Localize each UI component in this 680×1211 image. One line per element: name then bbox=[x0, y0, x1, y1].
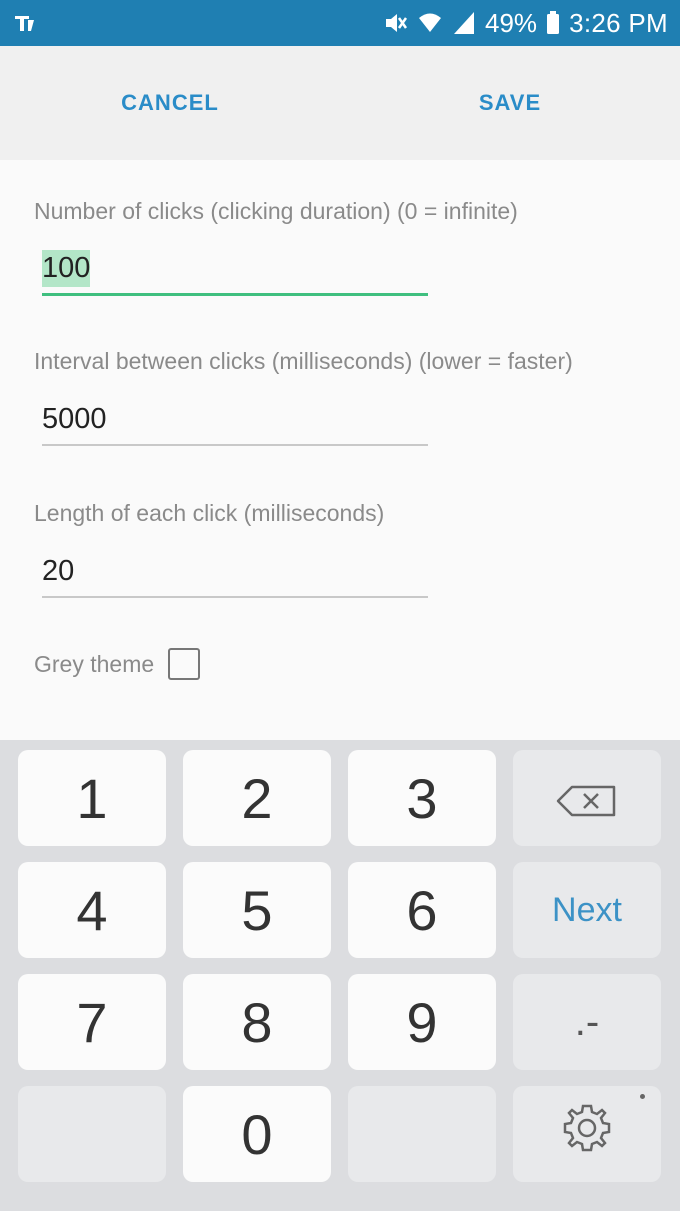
interval-label: Interval between clicks (milliseconds) (… bbox=[34, 348, 573, 374]
clicks-count-value: 100 bbox=[42, 250, 91, 287]
key-5[interactable]: 5 bbox=[183, 862, 331, 958]
status-bar: 49% 3:26 PM bbox=[0, 0, 680, 46]
blank-key-left[interactable] bbox=[18, 1086, 166, 1182]
signal-icon bbox=[452, 10, 476, 36]
mute-icon bbox=[382, 10, 408, 36]
key-1[interactable]: 1 bbox=[18, 750, 166, 846]
numeric-keyboard: 1 2 3 4 5 6 Next 7 8 9 .- 0 bbox=[0, 740, 680, 1211]
status-right: 49% 3:26 PM bbox=[382, 8, 668, 39]
blank-key-right[interactable] bbox=[348, 1086, 496, 1182]
save-button[interactable]: SAVE bbox=[340, 90, 680, 116]
battery-icon bbox=[546, 10, 560, 36]
settings-form: Number of clicks (clicking duration) (0 … bbox=[0, 160, 680, 740]
key-4[interactable]: 4 bbox=[18, 862, 166, 958]
notification-app-icon bbox=[12, 10, 38, 36]
key-2[interactable]: 2 bbox=[183, 750, 331, 846]
action-bar: CANCEL SAVE bbox=[0, 46, 680, 160]
key-8[interactable]: 8 bbox=[183, 974, 331, 1070]
backspace-key[interactable] bbox=[513, 750, 661, 846]
clicks-count-input[interactable]: 100 bbox=[42, 244, 428, 296]
gear-icon bbox=[559, 1100, 615, 1169]
click-length-input[interactable]: 20 bbox=[42, 546, 428, 598]
status-time: 3:26 PM bbox=[569, 7, 668, 38]
interval-value: 5000 bbox=[42, 402, 107, 435]
settings-key[interactable] bbox=[513, 1086, 661, 1182]
key-7[interactable]: 7 bbox=[18, 974, 166, 1070]
settings-dot-indicator bbox=[640, 1094, 645, 1099]
clicks-count-label: Number of clicks (clicking duration) (0 … bbox=[34, 198, 518, 224]
grey-theme-label: Grey theme bbox=[34, 650, 155, 677]
status-left bbox=[12, 10, 38, 36]
grey-theme-row: Grey theme bbox=[34, 648, 201, 680]
cancel-button[interactable]: CANCEL bbox=[0, 90, 340, 116]
click-length-label: Length of each click (milliseconds) bbox=[34, 500, 385, 526]
key-9[interactable]: 9 bbox=[348, 974, 496, 1070]
next-key[interactable]: Next bbox=[513, 862, 661, 958]
punctuation-key[interactable]: .- bbox=[513, 974, 661, 1070]
click-length-value: 20 bbox=[42, 554, 75, 587]
backspace-icon bbox=[556, 766, 618, 831]
grey-theme-checkbox[interactable] bbox=[168, 648, 201, 680]
key-0[interactable]: 0 bbox=[183, 1086, 331, 1182]
interval-input[interactable]: 5000 bbox=[42, 394, 428, 446]
key-6[interactable]: 6 bbox=[348, 862, 496, 958]
wifi-icon bbox=[417, 10, 443, 36]
key-3[interactable]: 3 bbox=[348, 750, 496, 846]
battery-percent: 49% bbox=[485, 7, 538, 38]
